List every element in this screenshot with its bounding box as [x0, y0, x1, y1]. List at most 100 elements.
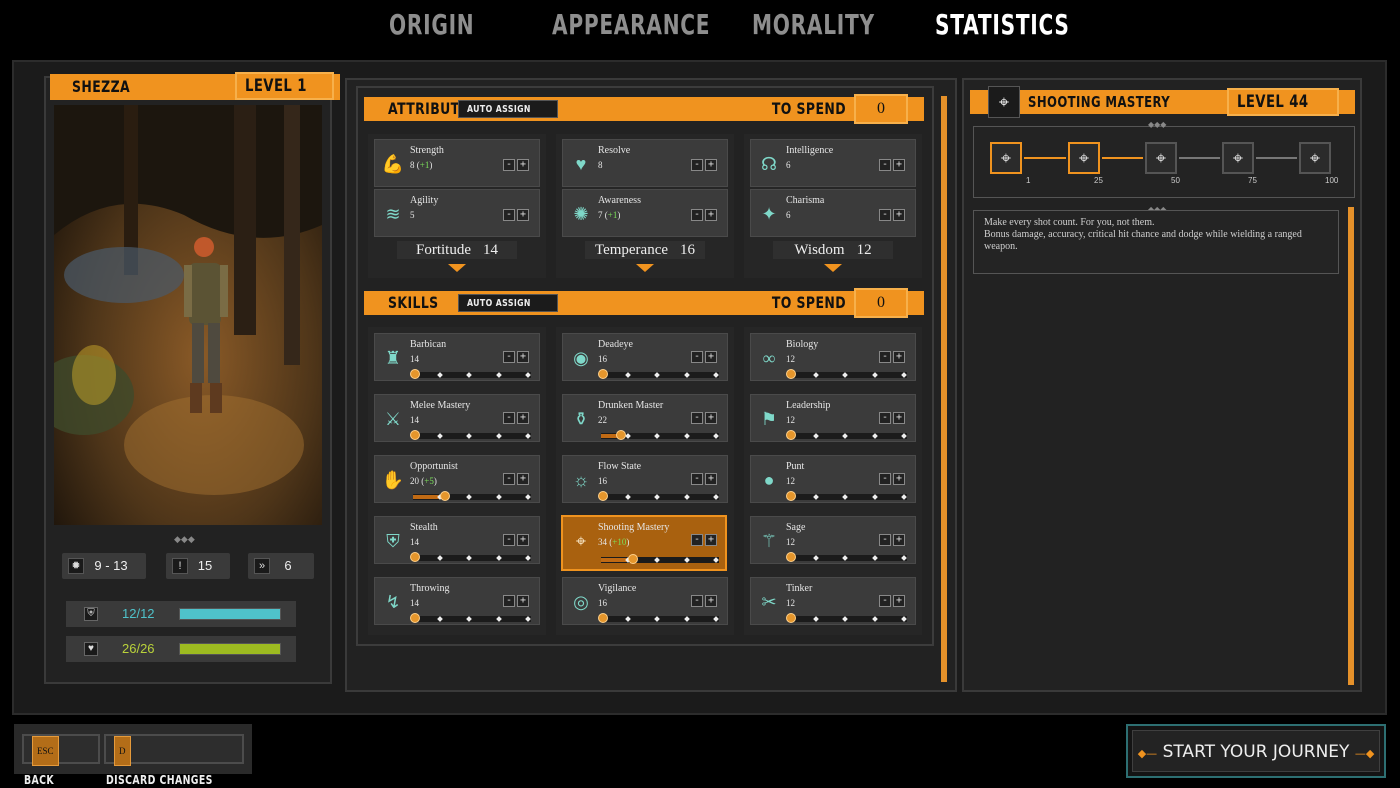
skill-card-vigilance[interactable]: ◎ Vigilance 16 - + — [562, 577, 728, 625]
stats-scrollbar[interactable] — [941, 96, 947, 682]
milestone-label: 100 — [1325, 176, 1339, 185]
discard-changes-button[interactable]: DDISCARD CHANGES — [104, 734, 244, 787]
chevron-down-icon[interactable] — [448, 264, 466, 272]
decrease-button[interactable]: - — [691, 534, 703, 546]
decrease-button[interactable]: - — [879, 534, 891, 546]
decrease-button[interactable]: - — [879, 595, 891, 607]
increase-button[interactable]: + — [705, 209, 717, 221]
skill-value: 34 (+10) — [598, 537, 630, 547]
decrease-button[interactable]: - — [503, 534, 515, 546]
skill-card-drunken-master[interactable]: ⚱ Drunken Master 22 - + — [562, 394, 728, 442]
increase-button[interactable]: + — [893, 209, 905, 221]
decrease-button[interactable]: - — [503, 159, 515, 171]
milestone-connector — [1102, 157, 1143, 159]
chevron-down-icon[interactable] — [636, 264, 654, 272]
skill-progress-knob — [598, 491, 608, 501]
skill-card-punt[interactable]: ● Punt 12 - + — [750, 455, 916, 503]
decrease-button[interactable]: - — [691, 159, 703, 171]
increase-button[interactable]: + — [517, 534, 529, 546]
increase-button[interactable]: + — [893, 159, 905, 171]
skill-card-tinker[interactable]: ✂ Tinker 12 - + — [750, 577, 916, 625]
attribute-card: ♥ Resolve 8 - + — [562, 139, 728, 187]
tab-origin[interactable]: ORIGIN — [389, 8, 508, 41]
increase-button[interactable]: + — [517, 473, 529, 485]
skills-header: SKILLS AUTO ASSIGN TO SPEND 0 — [364, 288, 924, 318]
increase-button[interactable]: + — [517, 351, 529, 363]
mastery-effect-text: Bonus damage, accuracy, critical hit cha… — [984, 229, 1302, 252]
mastery-node-crosshair-icon: ⌖ — [1299, 142, 1331, 174]
decrease-button[interactable]: - — [879, 209, 891, 221]
increase-button[interactable]: + — [705, 412, 717, 424]
decrease-button[interactable]: - — [879, 473, 891, 485]
increase-button[interactable]: + — [517, 209, 529, 221]
milestone-dot — [495, 555, 502, 561]
milestone-dot — [525, 494, 531, 500]
skill-card-opportunist[interactable]: ✋ Opportunist 20 (+5) - + — [374, 455, 540, 503]
increase-button[interactable]: + — [705, 159, 717, 171]
skill-name: Vigilance — [598, 583, 637, 594]
decrease-button[interactable]: - — [691, 595, 703, 607]
skill-card-deadeye[interactable]: ◉ Deadeye 16 - + — [562, 333, 728, 381]
decrease-button[interactable]: - — [879, 351, 891, 363]
attribute-name: Awareness — [598, 195, 641, 206]
skill-card-flow-state[interactable]: ☼ Flow State 16 - + — [562, 455, 728, 503]
mastery-description: Make every shot count. For you, not them… — [973, 210, 1339, 274]
decrease-button[interactable]: - — [691, 473, 703, 485]
increase-button[interactable]: + — [893, 595, 905, 607]
tab-appearance[interactable]: APPEARANCE — [552, 8, 772, 41]
tab-morality[interactable]: MORALITY — [752, 8, 923, 41]
increase-button[interactable]: + — [893, 473, 905, 485]
attribute-value: 6 — [786, 160, 791, 170]
increase-button[interactable]: + — [705, 534, 717, 546]
decrease-button[interactable]: - — [503, 473, 515, 485]
tab-statistics[interactable]: STATISTICS — [935, 8, 1122, 41]
decrease-button[interactable]: - — [503, 412, 515, 424]
decrease-button[interactable]: - — [879, 159, 891, 171]
increase-button[interactable]: + — [517, 159, 529, 171]
skill-card-throwing[interactable]: ↯ Throwing 14 - + — [374, 577, 540, 625]
skills-auto-assign-button[interactable]: AUTO ASSIGN — [458, 294, 558, 312]
milestone-dot — [713, 433, 719, 439]
milestone-dot — [901, 494, 907, 500]
increase-button[interactable]: + — [893, 412, 905, 424]
skill-progress-knob — [598, 369, 608, 379]
skill-card-shooting-mastery[interactable]: ⌖ Shooting Mastery 34 (+10) - + — [561, 515, 727, 571]
attribute-name: Strength — [410, 145, 444, 156]
decrease-button[interactable]: - — [691, 209, 703, 221]
attribute-card: 💪 Strength 8 (+1) - + — [374, 139, 540, 187]
milestone-dot — [436, 555, 443, 561]
increase-button[interactable]: + — [517, 595, 529, 607]
chevron-down-icon[interactable] — [824, 264, 842, 272]
decrease-button[interactable]: - — [691, 351, 703, 363]
back-button[interactable]: ESCBACK — [22, 734, 100, 787]
milestone-dot — [871, 555, 878, 561]
skill-name: Deadeye — [598, 339, 633, 350]
skill-card-barbican[interactable]: ♜ Barbican 14 - + — [374, 333, 540, 381]
attribute-name: Charisma — [786, 195, 825, 206]
increase-button[interactable]: + — [705, 595, 717, 607]
start-journey-button[interactable]: ◆— START YOUR JOURNEY —◆ — [1126, 724, 1386, 778]
skill-card-stealth[interactable]: ⛨ Stealth 14 - + — [374, 516, 540, 564]
attribute-value: 8 (+1) — [410, 160, 433, 170]
decrease-button[interactable]: - — [879, 412, 891, 424]
decrease-button[interactable]: - — [503, 595, 515, 607]
decrease-button[interactable]: - — [503, 351, 515, 363]
skill-card-sage[interactable]: ⚚ Sage 12 - + — [750, 516, 916, 564]
increase-button[interactable]: + — [517, 412, 529, 424]
increase-button[interactable]: + — [705, 473, 717, 485]
attributes-auto-assign-button[interactable]: AUTO ASSIGN — [458, 100, 558, 118]
decrease-button[interactable]: - — [503, 209, 515, 221]
skill-card-melee-mastery[interactable]: ⚔ Melee Mastery 14 - + — [374, 394, 540, 442]
increase-button[interactable]: + — [705, 351, 717, 363]
skill-card-biology[interactable]: ∞ Biology 12 - + — [750, 333, 916, 381]
skill-progress-knob — [410, 552, 420, 562]
increase-button[interactable]: + — [893, 351, 905, 363]
milestone-dot — [713, 372, 719, 378]
increase-button[interactable]: + — [893, 534, 905, 546]
milestone-connector — [1179, 157, 1220, 159]
milestone-dot — [683, 494, 690, 500]
decrease-button[interactable]: - — [691, 412, 703, 424]
skill-card-leadership[interactable]: ⚑ Leadership 12 - + — [750, 394, 916, 442]
mastery-scrollbar[interactable] — [1348, 207, 1354, 685]
strength-icon: 💪 — [381, 154, 405, 174]
